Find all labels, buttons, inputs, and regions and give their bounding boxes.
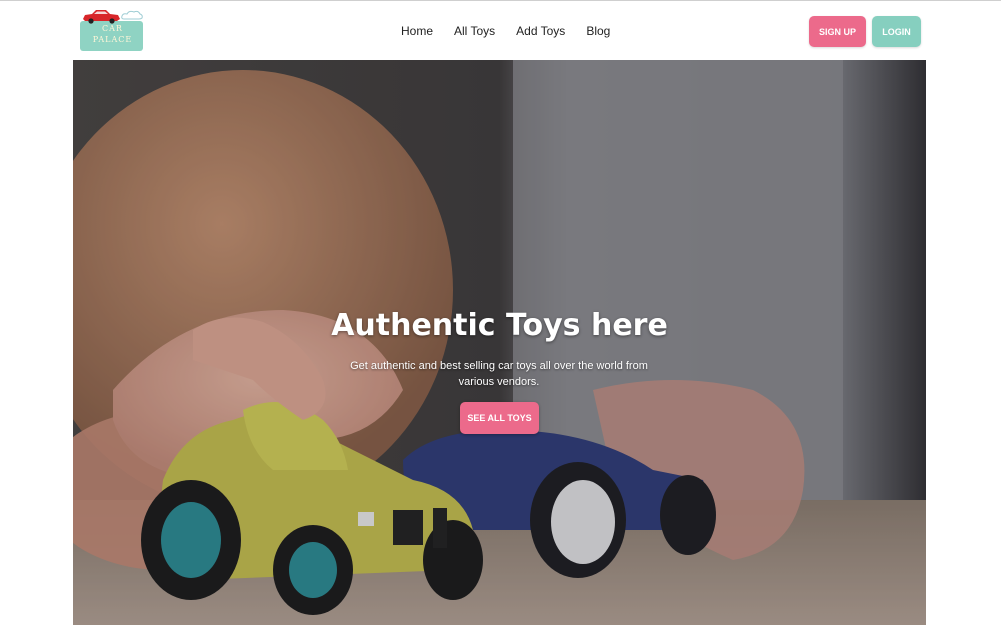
logo-line-1: CAR xyxy=(102,24,123,33)
nav-blog[interactable]: Blog xyxy=(586,24,610,40)
hero-subtitle: Get authentic and best selling car toys … xyxy=(350,360,648,388)
navbar: CAR PALACE Home All Toys Add Toys Blog S… xyxy=(0,1,1001,60)
main-nav: Home All Toys Add Toys Blog xyxy=(401,24,631,40)
signup-button[interactable]: SIGN UP xyxy=(809,16,866,47)
red-car-icon xyxy=(83,10,120,24)
nav-all-toys[interactable]: All Toys xyxy=(454,24,495,40)
see-all-toys-button[interactable]: SEE ALL TOYS xyxy=(460,402,539,434)
logo-badge: CAR PALACE xyxy=(80,21,143,51)
hero-banner: Authentic Toys here Get authentic and be… xyxy=(73,60,926,625)
brand-logo[interactable]: CAR PALACE xyxy=(79,9,145,53)
hero-title: Authentic Toys here xyxy=(331,308,668,343)
nav-home[interactable]: Home xyxy=(401,24,433,40)
login-button[interactable]: LOGIN xyxy=(872,16,921,47)
logo-line-2: PALACE xyxy=(92,35,133,44)
nav-add-toys[interactable]: Add Toys xyxy=(516,24,565,40)
cloud-icon xyxy=(121,10,143,20)
